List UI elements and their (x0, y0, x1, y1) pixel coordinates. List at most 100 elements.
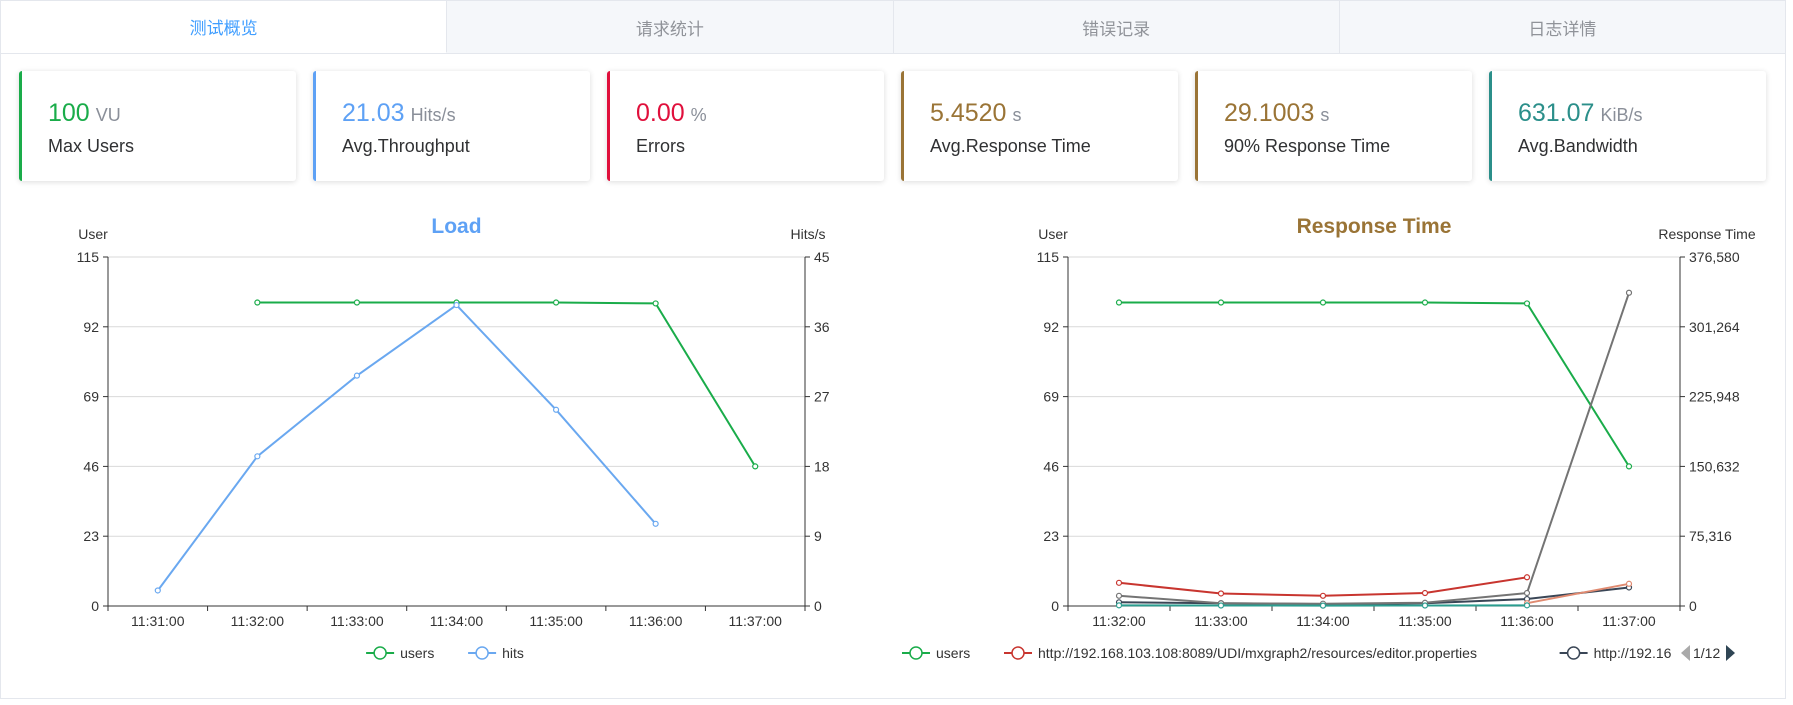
card-value: 631.07 (1518, 99, 1595, 127)
x-tick-label: 11:37:00 (728, 613, 782, 629)
y-tick-label: 0 (91, 598, 99, 614)
card-label: Avg.Response Time (930, 136, 1091, 156)
data-point (552, 299, 560, 306)
y-tick-label: 69 (1043, 389, 1059, 405)
data-point (1625, 580, 1633, 587)
data-point (1319, 592, 1327, 599)
legend-next-icon (1726, 645, 1735, 661)
data-point (1523, 589, 1531, 597)
series-line-4 (1118, 292, 1630, 605)
y-tick-label: 92 (1043, 319, 1059, 335)
y-tick-label-right: 45 (814, 249, 830, 265)
y-tick-label: 46 (1043, 458, 1059, 474)
x-tick-label: 11:34:00 (430, 613, 484, 629)
x-tick-label: 11:31:00 (131, 613, 185, 629)
data-point (552, 406, 560, 413)
x-tick-label: 11:33:00 (330, 613, 384, 629)
y-tick-label-right: 75,316 (1689, 528, 1732, 544)
legend-marker (373, 646, 387, 660)
card-label: Avg.Bandwidth (1518, 136, 1638, 156)
y-tick-label-right: 18 (814, 458, 830, 474)
data-point (1625, 289, 1633, 296)
y-axis-label-right: Response Time (1658, 226, 1755, 242)
data-point (1217, 299, 1225, 306)
x-tick-label: 11:35:00 (529, 613, 583, 629)
avg-response-card: 5.4520 s Avg.Response Time (901, 71, 1178, 181)
y-tick-label-right: 301,264 (1689, 319, 1740, 335)
y-tick-label-right: 9 (814, 528, 822, 544)
data-point (254, 299, 261, 306)
data-point (254, 453, 261, 460)
tab-request-stats[interactable]: 请求统计 (447, 1, 894, 53)
data-point (1115, 299, 1123, 306)
card-unit: VU (95, 105, 121, 125)
data-point (1319, 299, 1327, 306)
x-tick-label: 11:33:00 (1194, 613, 1248, 629)
y-tick-label: 23 (83, 528, 99, 544)
y-axis-label: User (78, 226, 108, 242)
x-tick-label: 11:35:00 (1398, 613, 1452, 629)
data-point (1217, 602, 1225, 609)
card-unit: % (690, 105, 707, 125)
legend-marker (475, 646, 489, 660)
y-tick-label: 0 (1051, 598, 1059, 614)
card-unit: s (1012, 105, 1022, 125)
x-tick-label: 11:32:00 (1092, 613, 1146, 629)
card-unit: KiB/s (1600, 105, 1643, 125)
card-unit: s (1320, 105, 1330, 125)
overview-page: 测试概览 请求统计 错误记录 日志详情 100 VU Max Users 21.0… (0, 0, 1786, 699)
load-chart: Load User Hits/s 0 0 23 9 46 18 69 27 92 36 115 45 11:3… (77, 215, 830, 661)
x-tick-label: 11:36:00 (629, 613, 683, 629)
data-point (1319, 602, 1327, 609)
throughput-card: 21.03 Hits/s Avg.Throughput (313, 71, 590, 181)
data-point (154, 587, 161, 594)
card-value: 0.00 (636, 99, 685, 127)
x-tick-label: 11:32:00 (231, 613, 285, 629)
chart-title: Load (431, 215, 481, 238)
legend-label: users (936, 645, 970, 661)
x-tick-label: 11:37:00 (1602, 613, 1656, 629)
y-tick-label: 115 (77, 249, 100, 265)
card-label: 90% Response Time (1224, 136, 1391, 156)
legend-label: hits (502, 645, 524, 661)
errors-card: 0.00% Errors (607, 71, 884, 181)
tab-log-details[interactable]: 日志详情 (1340, 1, 1785, 53)
card-label: Max Users (48, 136, 135, 156)
series-line-3 (1526, 582, 1630, 605)
data-point (1523, 602, 1531, 609)
y-tick-label-right: 36 (814, 319, 830, 335)
data-point (1523, 574, 1531, 581)
response-time-chart: Response Time User Response Time 0 0 23 75,316… (902, 215, 1756, 661)
tab-error-records[interactable]: 错误记录 (894, 1, 1340, 53)
max-users-card: 100 VU Max Users (19, 71, 296, 181)
card-unit: Hits/s (410, 105, 456, 125)
y-tick-label: 115 (1037, 249, 1060, 265)
data-point (1115, 579, 1123, 586)
legend-marker (1566, 646, 1581, 660)
y-tick-label-right: 0 (814, 598, 822, 614)
card-label: Errors (636, 136, 685, 156)
data-point (1115, 592, 1123, 599)
y-tick-label: 69 (83, 389, 99, 405)
tab-bar: 测试概览 请求统计 错误记录 日志详情 (1, 1, 1785, 54)
y-tick-label-right: 225,948 (1689, 389, 1740, 405)
data-point (1625, 463, 1633, 470)
y-tick-label-right: 376,580 (1689, 249, 1740, 265)
y-tick-label: 92 (83, 319, 99, 335)
card-value: 5.4520 (930, 99, 1007, 127)
data-point (1523, 300, 1531, 307)
data-point (1421, 299, 1429, 306)
y-axis-label-right: Hits/s (791, 226, 826, 242)
y-tick-label: 46 (83, 458, 99, 474)
data-point (652, 300, 659, 307)
data-point (1421, 602, 1429, 609)
legend-marker (1011, 646, 1025, 660)
legend-marker (909, 646, 923, 660)
tab-test-overview[interactable]: 测试概览 (1, 1, 448, 53)
data-point (453, 301, 460, 309)
chart-title: Response Time (1297, 215, 1452, 238)
y-tick-label-right: 27 (814, 389, 830, 405)
bandwidth-card: 631.07 KiB/s Avg.Bandwidth (1489, 71, 1766, 181)
y-tick-label: 23 (1043, 528, 1059, 544)
data-point (1421, 589, 1429, 597)
